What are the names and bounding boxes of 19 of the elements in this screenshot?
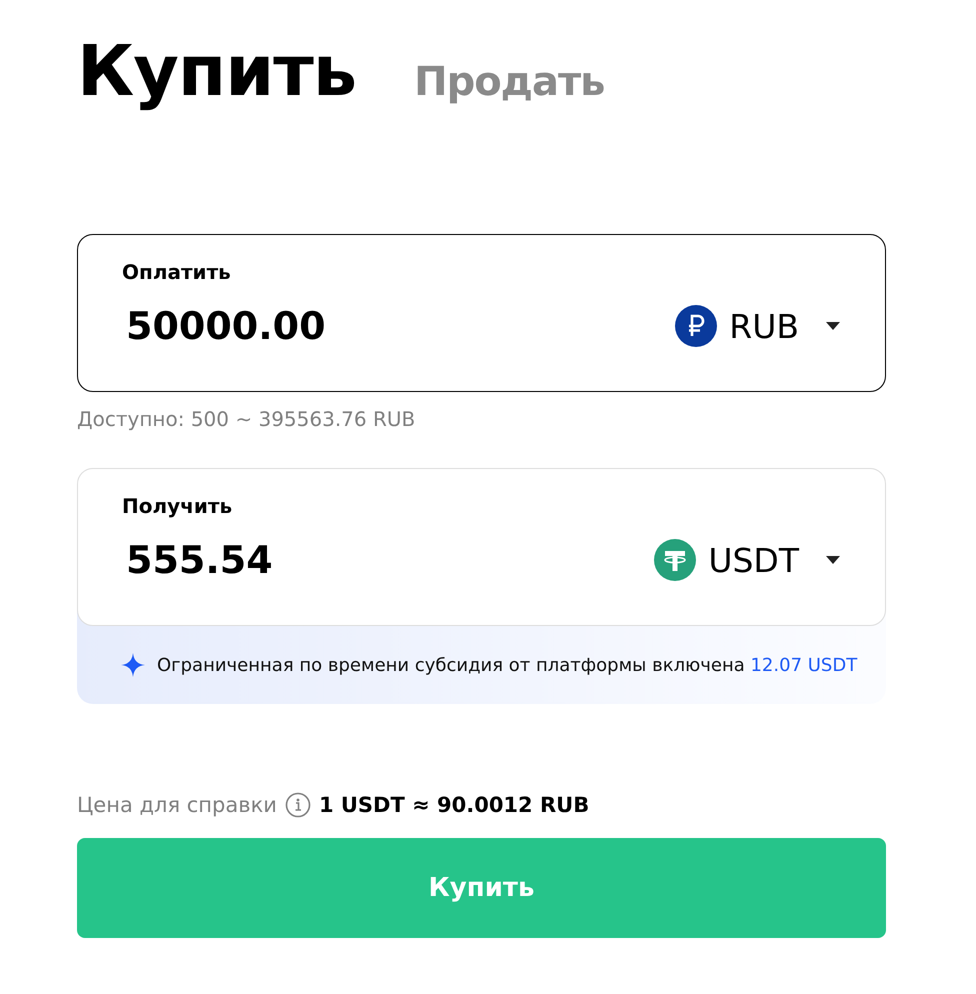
caret-icon <box>825 555 841 565</box>
available-range: Доступно: 500 ~ 395563.76 RUB <box>77 406 416 432</box>
caret-icon <box>825 321 841 331</box>
subsidy-text: Ограниченная по времени субсидия от платформы включена 12.07 USDT <box>157 654 858 678</box>
amount-field[interactable]: Получить 555.54 USDT <box>77 468 886 626</box>
currency-selector[interactable]: RUB <box>675 305 841 347</box>
amount-field[interactable]: Оплатить 50000.00 RUB <box>77 234 886 392</box>
currency-selector[interactable]: USDT <box>654 539 841 581</box>
price-label: Цена для справки <box>77 793 277 817</box>
tab[interactable]: Купить <box>77 30 356 112</box>
field-label: Получить <box>122 493 232 519</box>
ruble-coin-icon <box>675 305 718 347</box>
amount-value[interactable]: 555.54 <box>126 537 526 583</box>
field-label: Оплатить <box>122 259 231 285</box>
tether-coin-icon <box>654 539 696 581</box>
amount-value[interactable]: 50000.00 <box>126 303 526 349</box>
sparkle-icon <box>121 653 145 677</box>
price-value: 1 USDT ≈ 90.0012 RUB <box>318 793 590 817</box>
info-icon[interactable] <box>284 792 311 818</box>
